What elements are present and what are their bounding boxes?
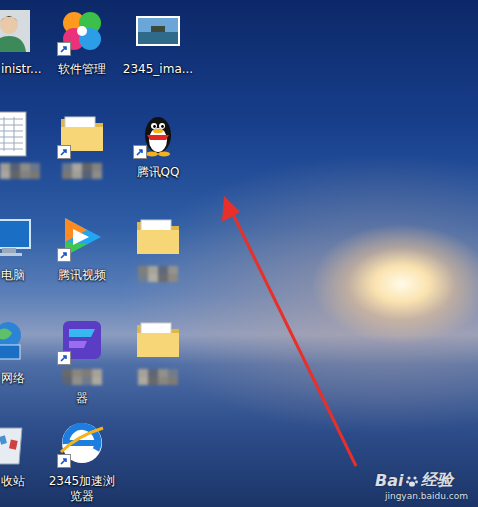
mosaic-blur [62,163,102,179]
shortcut-arrow-icon [57,454,71,468]
icon-label: 网络 [0,371,25,386]
desktop-icon[interactable]: 腾讯QQ [120,109,196,212]
shortcut-arrow-icon [133,145,147,159]
icon-grid: inistr... 软件管理 2345_ima... 腾讯QQ 电脑 腾讯视频网络器收站 2… [0,0,478,507]
desktop-icon[interactable] [44,109,120,212]
desktop-icon[interactable]: 2345加速浏览器 [44,418,120,507]
desktop-icon[interactable] [120,315,196,418]
desktop-icon[interactable] [120,212,196,315]
shortcut-arrow-icon [57,42,71,56]
desktop: inistr... 软件管理 2345_ima... 腾讯QQ 电脑 腾讯视频网络器收站 2… [0,0,478,507]
desktop-icon[interactable]: inistr... [0,6,44,109]
desktop-icon[interactable]: 2345_ima... [120,6,196,109]
shortcut-arrow-icon [57,351,71,365]
network-icon [0,315,34,365]
paw-icon [405,474,419,488]
desktop-icon[interactable]: 器 [44,315,120,418]
desktop-icon[interactable]: 收站 [0,418,44,507]
baidu-watermark: Bai经验jingyan.baidu.com [375,470,468,501]
icon-label: 腾讯视频 [58,268,106,283]
desktop-icon[interactable]: 软件管理 [44,6,120,109]
desktop-icon[interactable] [0,109,44,212]
mosaic-blur [62,369,102,385]
icon-label: 2345_ima... [123,62,193,77]
mosaic-blur [138,266,178,282]
recycle-bin-icon [0,418,34,468]
shortcut-arrow-icon [57,248,71,262]
folder-icon [133,212,183,262]
folder-icon [133,315,183,365]
mosaic-blur [0,163,40,179]
mosaic-blur [138,369,178,385]
desktop-icon[interactable]: 腾讯视频 [44,212,120,315]
icon-label: 软件管理 [58,62,106,77]
shortcut-arrow-icon [57,145,71,159]
icon-label: 收站 [0,474,25,489]
red-arrow-icon [0,0,478,507]
image-file-icon [133,6,183,56]
computer-icon [0,212,34,262]
icon-label: 2345加速浏览器 [45,474,119,504]
icon-label: 腾讯QQ [137,165,180,180]
icon-label: 器 [76,391,88,406]
icon-label: inistr... [0,62,42,77]
icon-label: 电脑 [0,268,25,283]
user-icon [0,6,34,56]
spreadsheet-icon [0,109,34,159]
desktop-icon[interactable]: 网络 [0,315,44,418]
desktop-icon[interactable]: 电脑 [0,212,44,315]
